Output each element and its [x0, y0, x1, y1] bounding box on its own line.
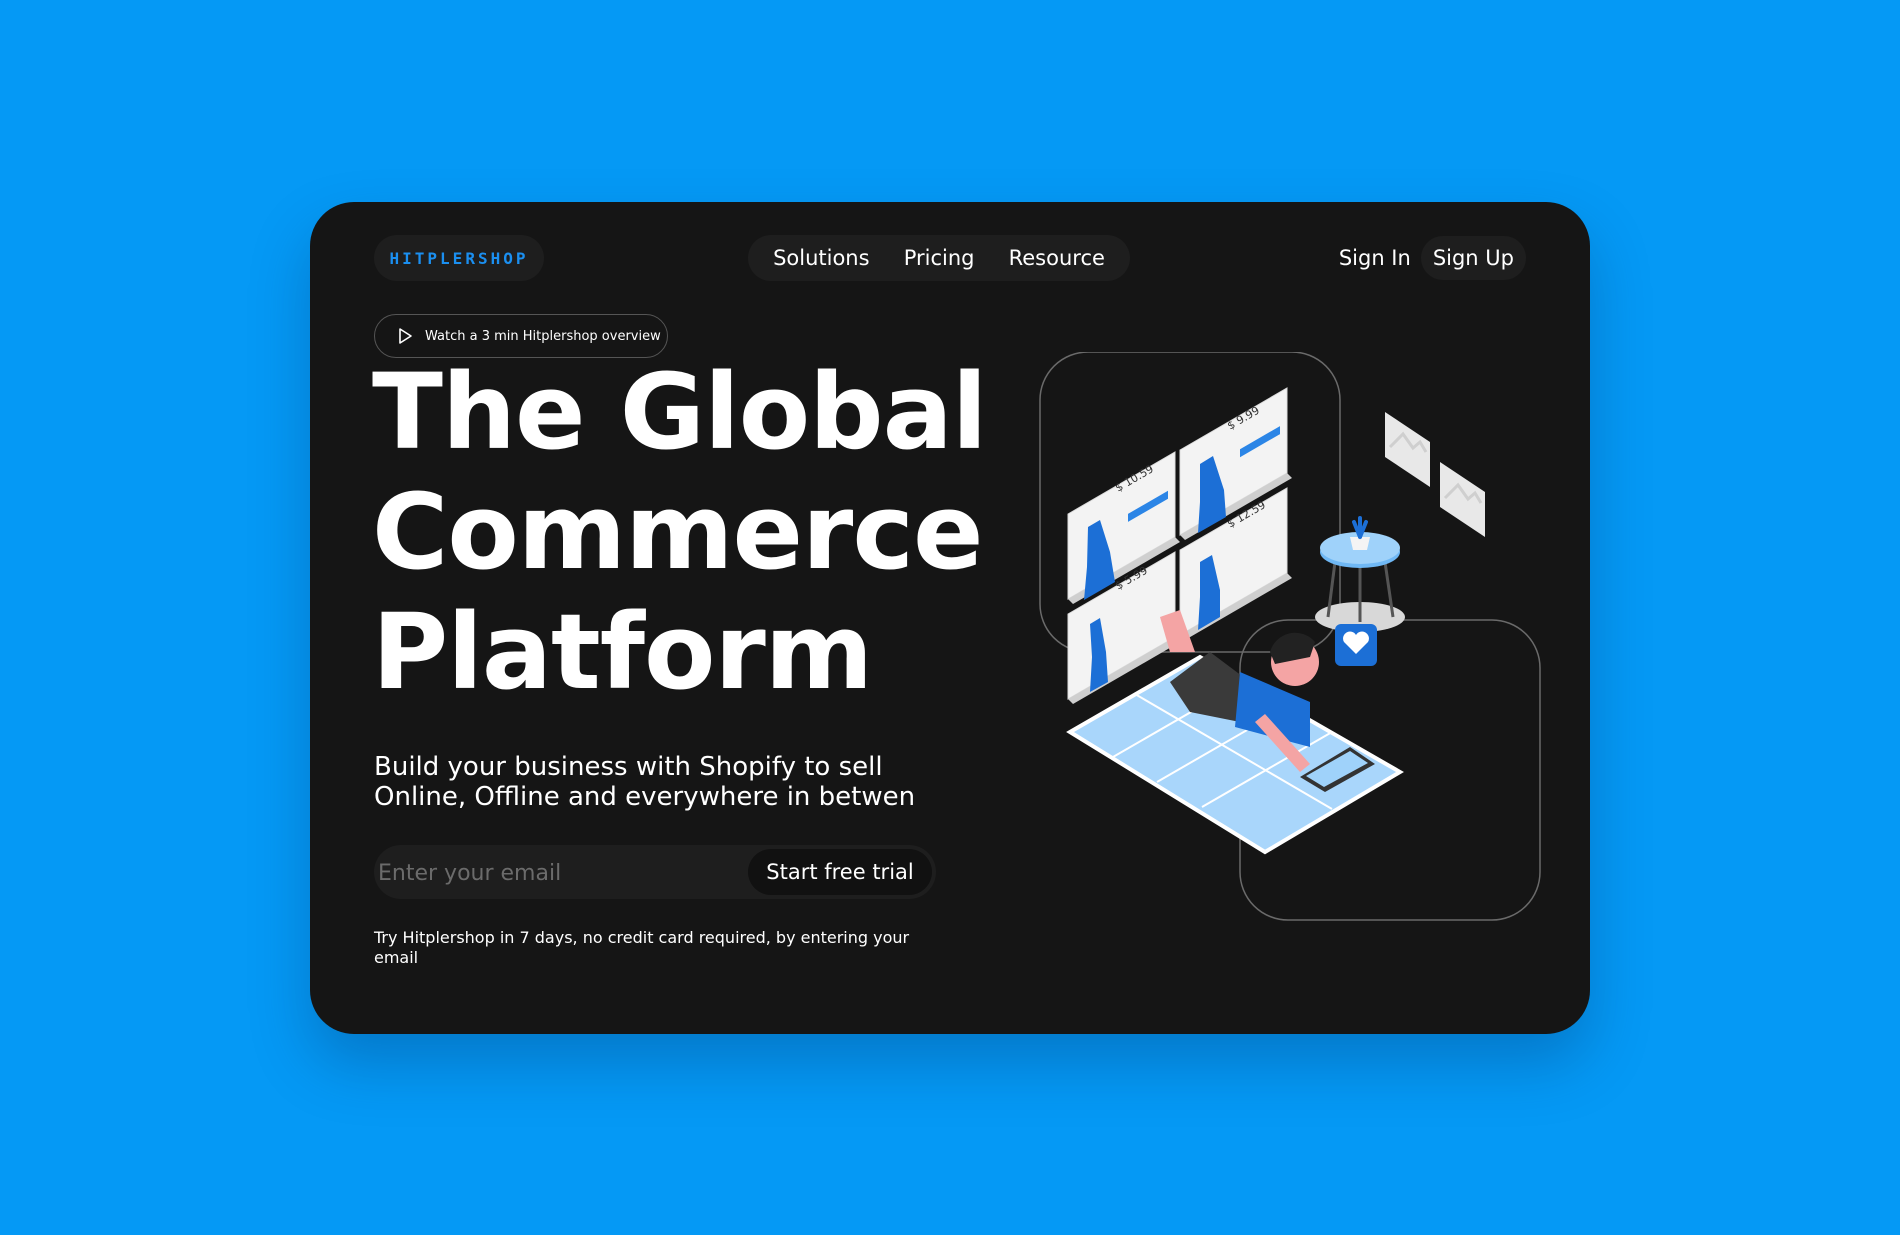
- title-line-2: Commerce: [372, 471, 984, 593]
- picture-frame-icon: [1440, 462, 1485, 537]
- brand-logo[interactable]: HITPLERSHOP: [374, 235, 544, 281]
- email-signup-form: Start free trial: [374, 845, 936, 901]
- page-title: The Global Commerce Platform: [372, 352, 1012, 712]
- hero-card: HITPLERSHOP Solutions Pricing Resource S…: [310, 202, 1590, 1034]
- side-table: [1315, 516, 1405, 632]
- title-line-1: The Global: [372, 351, 987, 473]
- nav-item-solutions[interactable]: Solutions: [773, 246, 870, 270]
- sign-in-link[interactable]: Sign In: [1339, 246, 1411, 270]
- nav-item-resource[interactable]: Resource: [1009, 246, 1105, 270]
- heart-icon: [1335, 624, 1377, 666]
- watch-overview-label: Watch a 3 min Hitplershop overview: [425, 328, 661, 344]
- main-nav: Solutions Pricing Resource: [748, 235, 1130, 281]
- nav-item-pricing[interactable]: Pricing: [904, 246, 975, 270]
- auth-links: Sign In Sign Up: [1339, 235, 1526, 281]
- start-free-trial-button[interactable]: Start free trial: [748, 849, 932, 895]
- brand-logo-text: HITPLERSHOP: [389, 248, 529, 268]
- hero-subtitle: Build your business with Shopify to sell…: [374, 752, 916, 812]
- trial-fine-print: Try Hitplershop in 7 days, no credit car…: [374, 928, 910, 967]
- title-line-3: Platform: [372, 591, 873, 713]
- sign-up-button[interactable]: Sign Up: [1420, 236, 1526, 280]
- play-icon: [399, 328, 412, 344]
- picture-frame-icon: [1385, 412, 1430, 487]
- email-input[interactable]: [374, 845, 750, 901]
- shopping-illustration: $ 10.59 $ 9.99 $ 5.99 $ 12.59: [1039, 352, 1541, 921]
